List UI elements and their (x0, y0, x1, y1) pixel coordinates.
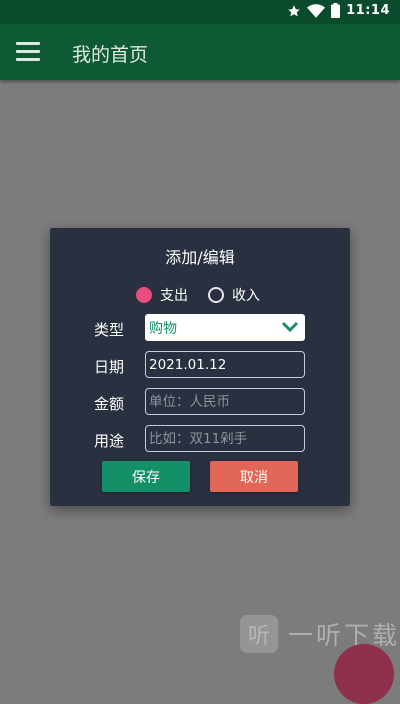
wifi-icon (307, 3, 326, 18)
floating-action-button[interactable] (334, 644, 394, 704)
watermark-text: 一听下载 (288, 621, 400, 650)
radio-unselected-icon[interactable] (208, 287, 224, 303)
radio-income[interactable]: 收入 (208, 285, 260, 305)
type-radio-group: 支出 收入 (136, 285, 260, 305)
type-label: 类型 (94, 321, 125, 339)
status-bar: 11:14 (0, 0, 400, 24)
status-icons: 11:14 (287, 3, 390, 18)
hamburger-menu-icon[interactable] (16, 42, 40, 62)
radio-expense[interactable]: 支出 (136, 285, 188, 305)
radio-income-label: 收入 (232, 288, 260, 304)
watermark-logo: 听 (240, 615, 278, 653)
purpose-field[interactable] (145, 425, 305, 452)
date-field[interactable] (145, 351, 305, 378)
save-button[interactable]: 保存 (102, 461, 190, 492)
date-label: 日期 (94, 358, 125, 376)
radio-selected-icon[interactable] (136, 287, 152, 303)
dialog-title: 添加/编辑 (165, 248, 235, 267)
cancel-button[interactable]: 取消 (210, 461, 298, 492)
add-edit-dialog: 添加/编辑 支出 收入 类型 购物 日期 金额 用途 保存 取消 (50, 228, 350, 506)
amount-label: 金额 (94, 395, 125, 413)
star-icon (288, 4, 300, 16)
page-title: 我的首页 (72, 44, 149, 66)
status-time: 11:14 (346, 3, 390, 18)
chevron-down-icon (281, 321, 299, 333)
battery-icon (331, 3, 341, 18)
purpose-label: 用途 (94, 432, 125, 450)
radio-expense-label: 支出 (160, 288, 188, 304)
amount-field[interactable] (145, 388, 305, 415)
type-select-value: 购物 (149, 321, 177, 337)
app-bar: 我的首页 (0, 24, 400, 80)
type-select[interactable]: 购物 (145, 314, 305, 341)
